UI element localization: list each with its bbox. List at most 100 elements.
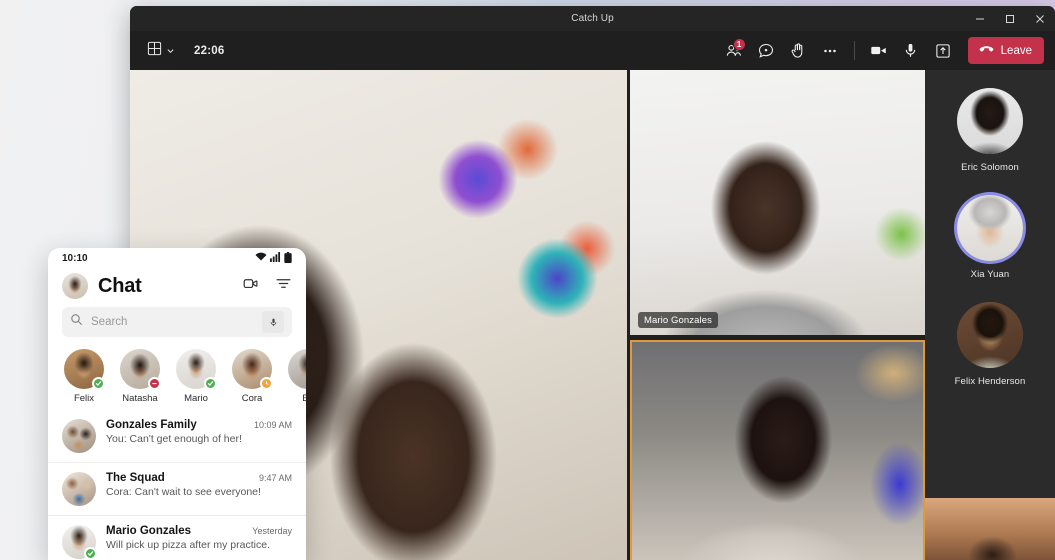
avatar: [957, 88, 1023, 154]
avatar: [288, 349, 306, 389]
presence-away-icon: [260, 377, 273, 390]
presence-busy-icon: [148, 377, 161, 390]
chat-title: Gonzales Family: [106, 419, 197, 431]
video-call-icon[interactable]: [242, 275, 259, 297]
mic-icon[interactable]: [262, 311, 284, 333]
hangup-icon: [978, 41, 995, 61]
toolbar-left-group: 22:06: [144, 38, 224, 64]
title-bar: Catch Up: [130, 6, 1055, 31]
status-indicators: [255, 251, 292, 266]
chat-timestamp: 9:47 AM: [258, 473, 292, 483]
chat-preview: You: Can't get enough of her!: [106, 433, 242, 445]
contact-natasha[interactable]: Natasha: [118, 349, 162, 404]
recent-contacts-row: Felix Natasha Mario Cora E: [48, 347, 306, 410]
contact-name: Eri: [302, 393, 306, 404]
roster-item-felix[interactable]: Felix Henderson: [955, 302, 1026, 387]
avatar-image: [956, 302, 1023, 368]
contact-felix[interactable]: Felix: [62, 349, 106, 404]
contact-name: Felix: [73, 393, 95, 404]
header-actions: [242, 275, 292, 297]
contact-mario[interactable]: Mario: [174, 349, 218, 404]
page-title: Chat: [98, 274, 142, 297]
chat-timestamp: Yesterday: [252, 526, 292, 536]
leave-button-label: Leave: [1000, 44, 1032, 57]
window-title: Catch Up: [571, 13, 614, 24]
participant-rail: Eric Solomon Xia Yuan Felix Henderson: [925, 70, 1055, 560]
chat-button[interactable]: [751, 36, 781, 66]
participant-name: Eric Solomon: [961, 162, 1019, 173]
avatar: [232, 349, 273, 390]
presence-available-icon: [84, 547, 97, 560]
chat-row-body: Gonzales Family 10:09 AM You: Can't get …: [106, 419, 292, 445]
chat-row-body: The Squad 9:47 AM Cora: Can't wait to se…: [106, 472, 292, 498]
layout-button[interactable]: [144, 38, 178, 64]
people-button[interactable]: 1: [719, 36, 749, 66]
maximize-button[interactable]: [995, 6, 1025, 31]
participant-name: Xia Yuan: [970, 269, 1010, 280]
chat-list: Gonzales Family 10:09 AM You: Can't get …: [48, 410, 306, 560]
search-input[interactable]: [91, 316, 254, 328]
chat-title: Mario Gonzales: [106, 525, 191, 537]
status-time: 10:10: [62, 253, 88, 264]
chat-preview: Cora: Can't wait to see everyone!: [106, 486, 261, 498]
chat-title: The Squad: [106, 472, 165, 484]
avatar-image: [62, 419, 96, 453]
avatar-image: [957, 195, 1023, 261]
video-feed-spotlight: [632, 342, 923, 560]
avatar: [120, 349, 161, 390]
contact-cora[interactable]: Cora: [230, 349, 274, 404]
contact-name: Mario: [184, 393, 208, 404]
contact-name: Natasha: [122, 393, 158, 404]
chat-row-body: Mario Gonzales Yesterday Will pick up pi…: [106, 525, 292, 551]
video-feed-mario: [630, 70, 925, 335]
contact-eric[interactable]: Eri: [286, 349, 306, 404]
battery-icon: [284, 251, 292, 266]
toolbar-divider: [853, 41, 855, 60]
avatar: [956, 302, 1023, 368]
mobile-chat-header: Chat: [48, 269, 306, 307]
camera-button[interactable]: [864, 36, 894, 66]
search-bar[interactable]: [62, 307, 292, 337]
list-item[interactable]: The Squad 9:47 AM Cora: Can't wait to se…: [48, 462, 306, 515]
mobile-status-bar: 10:10: [48, 248, 306, 269]
leave-button[interactable]: Leave: [967, 37, 1044, 64]
avatar: [62, 525, 97, 560]
people-badge: 1: [732, 37, 746, 51]
roster-item-eric[interactable]: Eric Solomon: [957, 88, 1023, 173]
raise-hand-button[interactable]: [783, 36, 813, 66]
avatar-image: [62, 472, 96, 506]
wifi-icon: [255, 252, 267, 265]
avatar: [62, 472, 96, 506]
mobile-chat-panel: 10:10 Chat Search Felix Natasha Mario Co…: [48, 248, 306, 560]
chat-row-top: Gonzales Family 10:09 AM: [106, 419, 292, 431]
search-icon: [70, 313, 83, 331]
toolbar-right-group: 1 Leave: [719, 36, 1044, 66]
chat-row-top: Mario Gonzales Yesterday: [106, 525, 292, 537]
chat-row-top: The Squad 9:47 AM: [106, 472, 292, 484]
filter-icon[interactable]: [275, 275, 292, 297]
video-tile-spotlight[interactable]: [630, 340, 925, 560]
meeting-timer: 22:06: [194, 44, 225, 57]
more-options-button[interactable]: [815, 36, 845, 66]
meeting-toolbar: 22:06 1 Leave: [130, 31, 1055, 70]
avatar[interactable]: [62, 273, 88, 299]
tile-name-label: Mario Gonzales: [638, 312, 718, 328]
avatar-image: [288, 349, 306, 389]
contact-name: Cora: [241, 393, 263, 404]
video-tile-mario[interactable]: Mario Gonzales: [630, 70, 925, 335]
participant-name: Felix Henderson: [954, 376, 1026, 387]
roster-item-xia[interactable]: Xia Yuan: [957, 195, 1023, 280]
close-button[interactable]: [1025, 6, 1055, 31]
share-screen-button[interactable]: [928, 36, 958, 66]
grid-layout-icon: [147, 41, 162, 61]
chevron-down-icon: [166, 42, 175, 60]
minimize-button[interactable]: [965, 6, 995, 31]
roster-overflow-tile[interactable]: [925, 498, 1055, 560]
avatar-image: [957, 88, 1023, 154]
avatar: [64, 349, 105, 390]
list-item[interactable]: Gonzales Family 10:09 AM You: Can't get …: [48, 410, 306, 462]
signal-bars-icon: [270, 252, 281, 265]
avatar: [62, 419, 96, 453]
list-item[interactable]: Mario Gonzales Yesterday Will pick up pi…: [48, 515, 306, 560]
mic-button[interactable]: [896, 36, 926, 66]
